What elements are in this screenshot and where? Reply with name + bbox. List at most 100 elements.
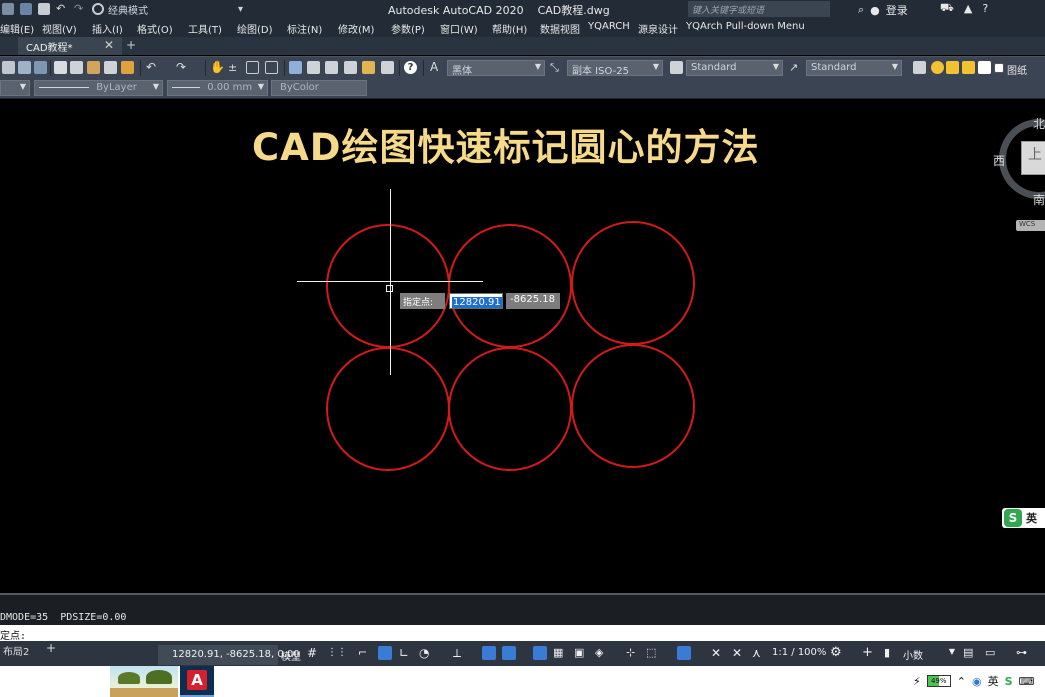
workspace-gear-icon[interactable]: ⚙ (830, 646, 844, 660)
dim-style-icon[interactable]: ⤡ (550, 61, 563, 74)
menu-edit[interactable]: 编辑(E) (0, 21, 34, 36)
auto-scale-icon[interactable]: ✕ (732, 646, 746, 660)
zoom-realtime-icon[interactable]: ± (228, 61, 241, 74)
grid-icon[interactable]: # (307, 646, 321, 660)
lock-icon[interactable] (962, 61, 975, 74)
selection-cycling-icon[interactable]: ▣ (574, 646, 588, 660)
close-icon[interactable]: ✕ (104, 38, 114, 52)
lineweight-dropdown[interactable]: 0.00 mm ▼ (167, 80, 268, 96)
linetype-dropdown[interactable]: ByLayer ▼ (34, 80, 163, 96)
ime-mode[interactable]: 英 (1026, 510, 1037, 526)
compass-west[interactable]: 西 (993, 152, 1005, 169)
battery-indicator[interactable]: 49% (926, 675, 951, 687)
undo-icon[interactable]: ↶ (56, 3, 68, 15)
lock-ui-icon[interactable]: ▭ (985, 646, 999, 660)
redo-icon[interactable]: ↷ (176, 61, 189, 74)
ortho-icon[interactable]: ∟ (399, 646, 413, 660)
color-swatch-icon[interactable] (978, 61, 991, 74)
menu-insert[interactable]: 插入(I) (92, 21, 123, 36)
menu-dimension[interactable]: 标注(N) (287, 21, 322, 36)
security-icon[interactable]: ◉ (972, 675, 982, 688)
viewcube[interactable]: 上 北 西 南 (993, 115, 1045, 208)
color-dropdown[interactable]: ▼ (0, 80, 30, 96)
units-dropdown[interactable]: 小数 ▼ (897, 646, 957, 662)
menu-window[interactable]: 窗口(W) (440, 21, 478, 36)
chevron-up-icon[interactable]: ⌃ (957, 675, 966, 688)
annotation-visibility-icon[interactable]: ✕ (711, 646, 725, 660)
copy-icon[interactable] (70, 61, 83, 74)
search-input[interactable]: 键入关键字或短语 (688, 1, 830, 17)
menu-parametric[interactable]: 参数(P) (391, 21, 425, 36)
polar-icon[interactable]: ◔ (419, 646, 433, 660)
selection-filter-icon[interactable]: ⬚ (646, 646, 660, 660)
help-icon[interactable]: ? (982, 2, 988, 15)
snap-icon[interactable]: ⋮⋮ (327, 646, 347, 660)
text-style-dropdown[interactable]: 黑体 ▼ (447, 60, 545, 77)
command-line-input[interactable]: 定点: (0, 625, 1045, 642)
menu-view[interactable]: 视图(V) (42, 21, 77, 36)
ime-indicator[interactable]: 英 (988, 673, 999, 689)
menu-format[interactable]: 格式(O) (137, 21, 173, 36)
lineweight-toggle-icon[interactable] (533, 646, 547, 660)
lightbulb-icon[interactable] (931, 61, 944, 74)
ime-floating-bar[interactable]: S 英 (1002, 508, 1045, 528)
sogou-tray-icon[interactable]: S (1005, 675, 1013, 688)
menu-tools[interactable]: 工具(T) (188, 21, 222, 36)
model-space-button[interactable]: 模型 (281, 648, 301, 663)
workspace-switcher[interactable]: 经典模式 ▾ (92, 2, 243, 17)
tool-palettes-icon[interactable] (325, 61, 338, 74)
drawing-canvas[interactable]: CAD绘图快速标记圆心的方法 指定点: 12820.91 -8625.18 上 … (0, 99, 1045, 593)
dynamic-input-x[interactable]: 12820.91 (449, 293, 503, 309)
match-properties-icon[interactable] (104, 61, 117, 74)
compass-north[interactable]: 北 (1033, 115, 1045, 132)
help-icon[interactable]: ? (404, 61, 417, 74)
cut-icon[interactable] (54, 61, 67, 74)
publish-icon[interactable] (34, 61, 47, 74)
sun-icon[interactable] (946, 61, 959, 74)
binoculars-icon[interactable]: ⌕ (858, 3, 864, 17)
annotation-monitor-icon[interactable]: + (862, 646, 876, 660)
zoom-previous-icon[interactable] (265, 61, 278, 74)
3d-osnap-icon[interactable]: ◈ (595, 646, 609, 660)
mleader-style-icon[interactable]: ↗ (789, 61, 802, 74)
keyboard-icon[interactable]: ⌨ (1019, 675, 1035, 688)
table-style-icon[interactable] (670, 61, 683, 74)
zoom-window-icon[interactable] (246, 61, 259, 74)
print-icon[interactable] (38, 3, 50, 15)
mleader-style-dropdown[interactable]: Standard ▼ (806, 60, 902, 76)
dynamic-input-toggle-icon[interactable] (378, 646, 392, 660)
menu-yuanquan[interactable]: 源泉设计 (638, 21, 678, 36)
brush-icon[interactable] (121, 61, 134, 74)
tab-document[interactable]: CAD教程* ✕ (18, 37, 122, 55)
layer-properties-icon[interactable] (913, 61, 926, 74)
plotstyle-dropdown[interactable]: ByColor (271, 80, 367, 96)
save-icon[interactable] (20, 3, 32, 15)
menu-modify[interactable]: 修改(M) (338, 21, 374, 36)
cart-icon[interactable]: ⛟ (940, 1, 954, 16)
circle-r1c2[interactable] (448, 224, 572, 348)
open-file-icon[interactable] (2, 3, 14, 15)
pan-icon[interactable]: ✋ (210, 61, 225, 74)
add-layout-button[interactable]: + (46, 641, 56, 655)
circle-r2c1[interactable] (326, 347, 450, 471)
design-center-icon[interactable] (307, 61, 320, 74)
markup-icon[interactable] (362, 61, 375, 74)
taskbar-autocad-button[interactable]: A (180, 666, 214, 697)
gizmo-icon[interactable] (677, 646, 691, 660)
compass-south[interactable]: 南 (1033, 191, 1045, 208)
dynamic-ucs-icon[interactable]: ⊹ (626, 646, 640, 660)
object-snap-tracking-icon[interactable] (482, 646, 496, 660)
infer-constraints-icon[interactable]: ⌐ (358, 646, 372, 660)
circle-r2c2[interactable] (448, 347, 572, 471)
menu-yqarch-pulldown[interactable]: YQArch Pull-down Menu (686, 21, 805, 32)
new-tab-button[interactable]: + (126, 38, 136, 52)
redo-icon[interactable]: ↷ (74, 3, 86, 15)
transparency-icon[interactable]: ▦ (553, 646, 567, 660)
paste-icon[interactable] (87, 61, 100, 74)
isodraft-icon[interactable]: ⟂ (453, 646, 467, 660)
menu-help[interactable]: 帮助(H) (492, 21, 527, 36)
menu-data-view[interactable]: 数据视图 (540, 21, 580, 36)
layer-checkbox[interactable] (994, 63, 1004, 73)
circle-r1c3[interactable] (571, 221, 695, 345)
taskbar-thumbnail-app[interactable] (110, 666, 178, 697)
